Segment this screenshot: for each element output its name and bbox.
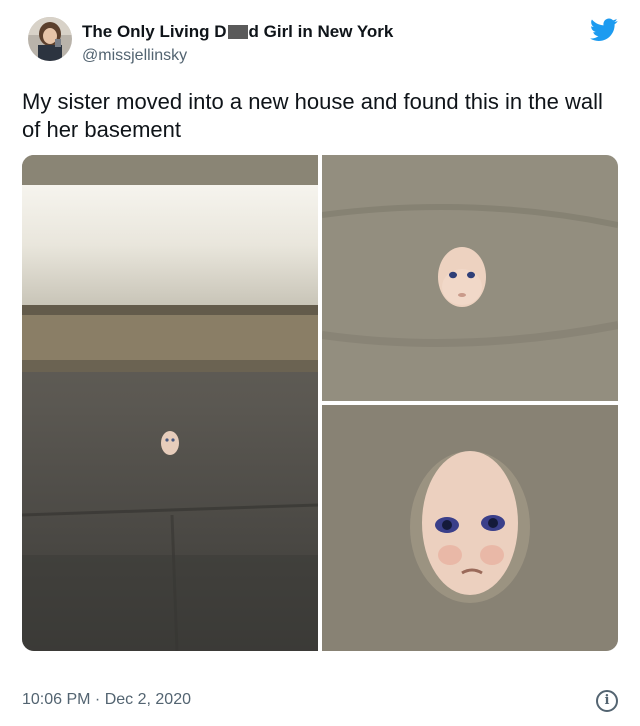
tweet-media-grid xyxy=(22,155,618,651)
tweet-text: My sister moved into a new house and fou… xyxy=(22,89,603,142)
photo-doll-face-closeup[interactable] xyxy=(322,405,618,651)
photo-basement-wall-pipe[interactable] xyxy=(22,155,318,651)
display-name-suffix: d Girl in New York xyxy=(248,22,394,41)
info-icon[interactable]: i xyxy=(596,690,618,712)
twitter-bird-icon[interactable] xyxy=(590,18,618,42)
display-name-prefix: The Only Living D xyxy=(82,22,227,41)
author-names: The Only Living D d Girl in New York @mis… xyxy=(82,21,393,67)
tweet-footer: 10:06 PM · Dec 2, 2020 i xyxy=(22,690,618,714)
photo-doll-face-wide[interactable] xyxy=(322,155,618,401)
tweet-header: The Only Living D d Girl in New York @mis… xyxy=(24,14,620,74)
tweet-card: The Only Living D d Girl in New York @mis… xyxy=(0,0,640,726)
display-name[interactable]: The Only Living D d Girl in New York xyxy=(82,21,393,43)
timestamp[interactable]: 10:06 PM · Dec 2, 2020 xyxy=(22,691,191,709)
redaction-bar xyxy=(227,25,248,39)
avatar[interactable] xyxy=(28,17,72,61)
user-handle[interactable]: @missjellinsky xyxy=(82,45,393,67)
